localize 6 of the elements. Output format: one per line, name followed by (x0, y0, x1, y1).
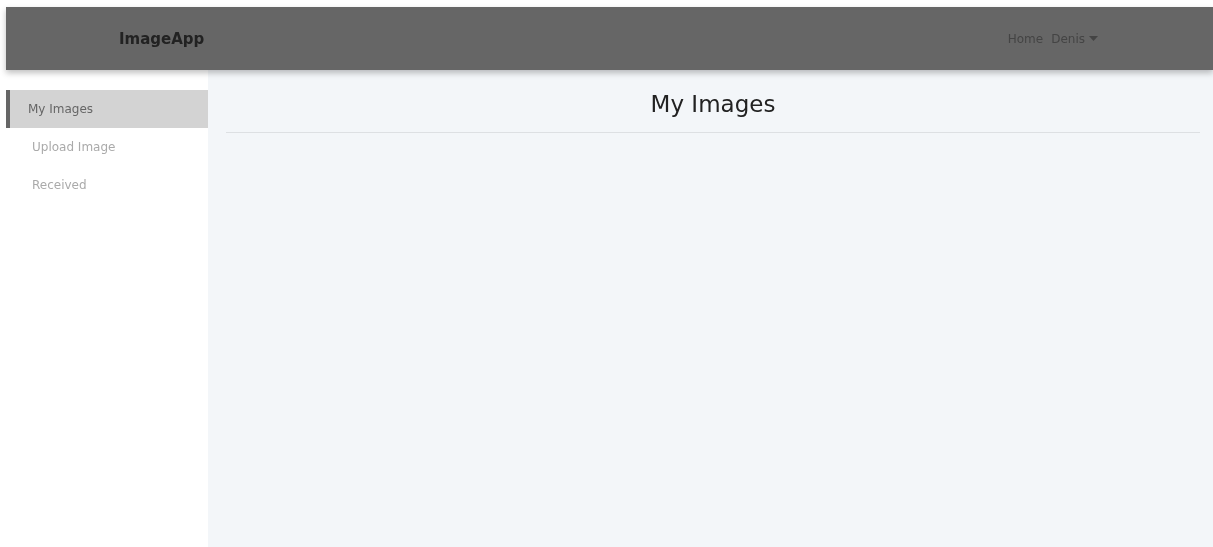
sidebar-item[interactable]: Upload Image (6, 128, 208, 166)
sidebar-item[interactable]: Received (6, 166, 208, 204)
sidebar-item[interactable]: My Images (6, 90, 208, 128)
brand-link[interactable]: ImageApp (119, 29, 205, 48)
caret-icon (1089, 36, 1098, 41)
page-title: My Images (649, 90, 777, 119)
